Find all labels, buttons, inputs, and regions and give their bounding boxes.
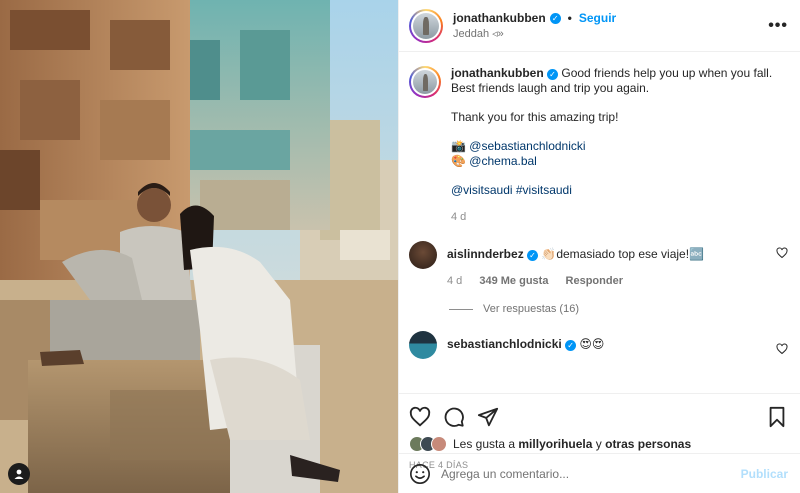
verified-badge-icon: ✓	[547, 69, 559, 80]
caption-tags[interactable]: @visitsaudi #visitsaudi	[451, 183, 788, 198]
author-avatar[interactable]	[409, 8, 443, 43]
post-photo[interactable]	[0, 0, 398, 493]
liker-avatars	[409, 436, 447, 452]
post-modal: jonathankubben ✓ • Seguir Jeddah ◃» ••• …	[0, 0, 800, 493]
save-bookmark-icon[interactable]	[766, 406, 788, 428]
emoji-smiley-icon[interactable]	[409, 463, 431, 485]
verified-badge-icon: ✓	[549, 12, 561, 24]
comment-input[interactable]	[441, 466, 741, 481]
comments-list[interactable]: jonathankubben ✓ Good friends help you u…	[399, 52, 800, 393]
author-username[interactable]: jonathankubben	[453, 11, 546, 25]
like-comment-heart-icon[interactable]	[776, 343, 788, 355]
audio-icon: ◃»	[492, 28, 504, 40]
comment-item: aislinnderbez ✓ 👏🏻demasiado top ese viaj…	[409, 241, 788, 289]
caption-time[interactable]: 4 d	[451, 210, 788, 225]
tagged-users-button[interactable]	[8, 463, 30, 485]
comment-item: sebastianchlodnicki ✓ 😍😍	[409, 331, 788, 359]
follow-button[interactable]: Seguir	[579, 11, 616, 25]
photo-image	[0, 0, 398, 493]
post-location[interactable]: Jeddah ◃»	[453, 27, 768, 40]
post-sidebar: jonathankubben ✓ • Seguir Jeddah ◃» ••• …	[398, 0, 800, 493]
likes-summary[interactable]: Les gusta a millyorihuela y otras person…	[409, 436, 788, 452]
palette-emoji: 🎨	[451, 154, 466, 168]
likes-conjunction: y	[595, 437, 602, 451]
camera-emoji: 📸	[451, 139, 466, 153]
verified-badge-icon: ✓	[527, 250, 539, 261]
caption-avatar[interactable]	[409, 66, 441, 98]
comment-time[interactable]: 4 d	[447, 275, 462, 287]
comment-username[interactable]: sebastianchlodnicki	[447, 337, 562, 351]
like-comment-heart-icon[interactable]	[776, 247, 788, 259]
caption-username[interactable]: jonathankubben	[451, 66, 544, 80]
liker-username[interactable]: millyorihuela	[518, 437, 592, 451]
likes-prefix: Les gusta a	[453, 437, 516, 451]
reply-button[interactable]: Responder	[566, 275, 623, 287]
user-icon	[14, 469, 24, 479]
like-heart-icon[interactable]	[409, 406, 431, 428]
caption: jonathankubben ✓ Good friends help you u…	[409, 66, 788, 241]
more-options-button[interactable]: •••	[768, 17, 788, 35]
mention-stylist[interactable]: @chema.bal	[469, 154, 537, 168]
comment-text: 😍😍	[579, 337, 605, 351]
post-header: jonathankubben ✓ • Seguir Jeddah ◃» •••	[399, 0, 800, 52]
comment-text: 👏🏻demasiado top ese viaje!🔤	[541, 247, 705, 261]
comment-likes[interactable]: 349 Me gusta	[479, 275, 548, 287]
comment-composer: Publicar	[399, 453, 800, 493]
view-replies-button[interactable]: Ver respuestas (16)	[449, 303, 788, 315]
share-send-icon[interactable]	[477, 406, 499, 428]
comment-username[interactable]: aislinnderbez	[447, 247, 524, 261]
verified-badge-icon: ✓	[565, 340, 577, 351]
mention-photographer[interactable]: @sebastianchlodnicki	[469, 139, 585, 153]
commenter-avatar[interactable]	[409, 241, 437, 269]
separator-dot: •	[567, 11, 572, 25]
commenter-avatar[interactable]	[409, 331, 437, 359]
caption-thanks: Thank you for this amazing trip!	[451, 110, 619, 124]
other-likers-link[interactable]: otras personas	[605, 437, 691, 451]
comment-bubble-icon[interactable]	[443, 406, 465, 428]
publish-button[interactable]: Publicar	[741, 467, 788, 481]
